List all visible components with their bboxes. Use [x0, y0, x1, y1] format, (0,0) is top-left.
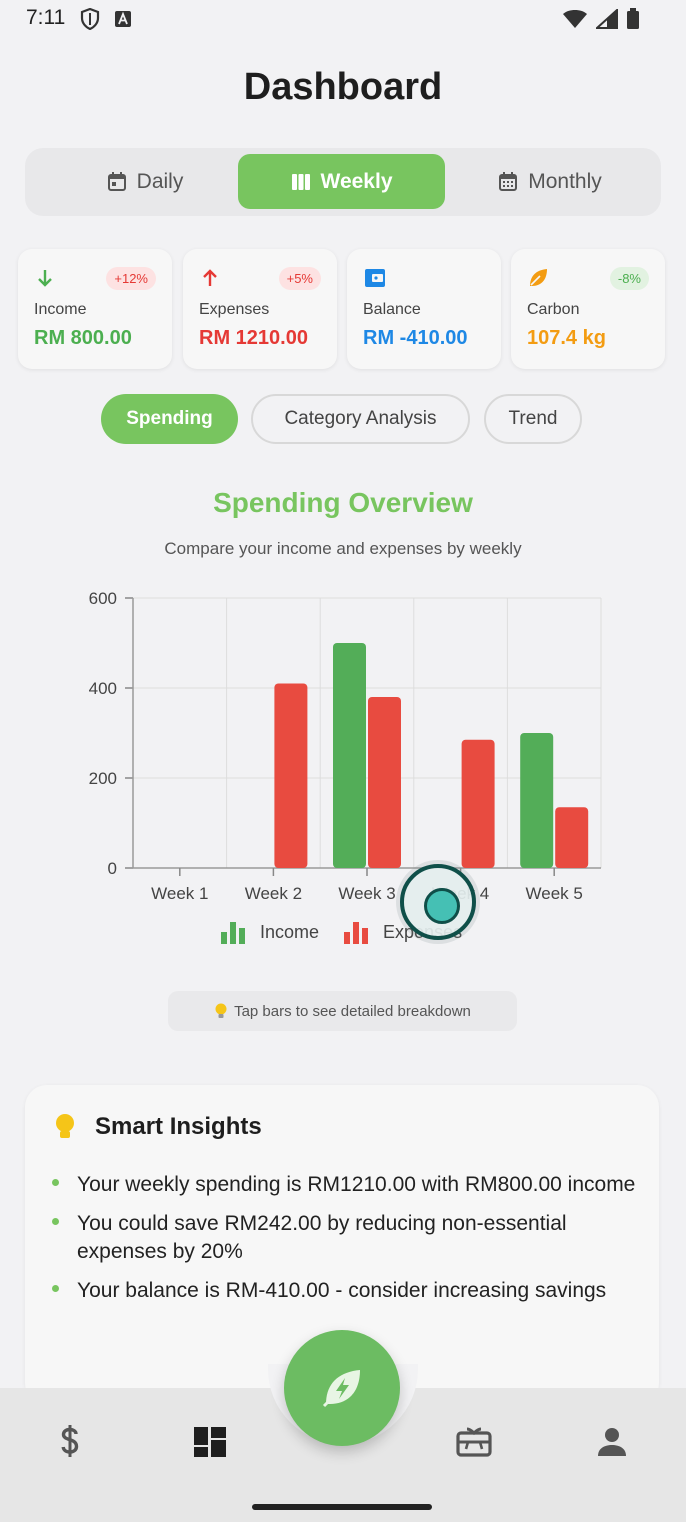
columns-icon — [291, 173, 310, 190]
x-tick-label: Week 3 — [338, 884, 395, 903]
eco-action-icon — [322, 1370, 360, 1408]
x-tick-label: Week 5 — [526, 884, 583, 903]
calendar-day-icon — [107, 171, 126, 191]
shield-icon — [80, 8, 100, 30]
insight-item: Your weekly spending is RM1210.00 with R… — [47, 1171, 637, 1199]
arrow-down-icon — [38, 270, 52, 287]
font-icon — [115, 11, 131, 27]
expenses-card[interactable]: +5% Expenses RM 1210.00 — [183, 249, 337, 369]
bar-income-week-3[interactable] — [333, 643, 366, 868]
balance-label: Balance — [363, 301, 421, 318]
lightbulb-icon — [56, 1114, 74, 1138]
insights-list: Your weekly spending is RM1210.00 with R… — [47, 1171, 637, 1316]
tab-weekly-label: Weekly — [320, 169, 393, 193]
period-selector: Daily Weekly Monthly — [25, 148, 661, 216]
legend-income-label: Income — [260, 921, 320, 942]
insight-item: You could save RM242.00 by reducing non-… — [47, 1210, 637, 1266]
carbon-card[interactable]: -8% Carbon 107.4 kg — [511, 249, 665, 369]
y-tick-label: 0 — [108, 859, 117, 878]
nav-dashboard[interactable] — [186, 1418, 234, 1466]
nav-finance[interactable] — [46, 1418, 94, 1466]
tab-weekly[interactable]: Weekly — [238, 154, 445, 209]
eco-action-button[interactable] — [284, 1330, 400, 1446]
x-tick-label: Week 2 — [245, 884, 302, 903]
carbon-value: 107.4 kg — [527, 327, 606, 349]
arrow-up-icon — [203, 269, 217, 286]
status-bar: 7:11 — [0, 0, 686, 40]
y-tick-label: 400 — [89, 679, 117, 698]
chart-tip-text: Tap bars to see detailed breakdown — [234, 1002, 471, 1020]
tab-category-analysis[interactable]: Category Analysis — [251, 394, 470, 444]
leaf-icon — [530, 269, 547, 286]
nav-rewards[interactable] — [450, 1418, 498, 1466]
expenses-label: Expenses — [199, 301, 270, 318]
chart-tip: Tap bars to see detailed breakdown — [168, 991, 517, 1031]
nav-profile[interactable] — [588, 1418, 636, 1466]
person-icon — [598, 1428, 626, 1456]
page-title: Dashboard — [243, 66, 443, 108]
chart-title: Spending Overview — [213, 487, 473, 518]
carbon-label: Carbon — [527, 301, 580, 318]
income-card[interactable]: +12% Income RM 800.00 — [18, 249, 172, 369]
x-tick-label: Week 1 — [151, 884, 208, 903]
calendar-month-icon — [499, 171, 518, 191]
expenses-change-badge: +5% — [278, 267, 321, 290]
lightbulb-icon — [215, 1003, 227, 1018]
bar-expenses-week-2[interactable] — [274, 683, 308, 869]
battery-icon — [627, 8, 639, 29]
expenses-value: RM 1210.00 — [199, 327, 308, 349]
legend-income: Income — [220, 920, 319, 944]
dollar-icon — [61, 1425, 79, 1457]
insight-item: Your balance is RM-410.00 - consider inc… — [47, 1277, 637, 1305]
wifi-icon — [563, 10, 587, 28]
y-tick-label: 200 — [89, 769, 117, 788]
carbon-change-badge: -8% — [609, 267, 649, 290]
income-label: Income — [34, 301, 87, 318]
income-value: RM 800.00 — [34, 327, 132, 349]
bar-expenses-week-4[interactable] — [461, 739, 495, 868]
status-time: 7:11 — [26, 6, 66, 29]
insights-title: Smart Insights — [95, 1113, 262, 1140]
wallet-icon — [365, 269, 385, 287]
bar-income-week-5[interactable] — [520, 733, 554, 868]
tab-monthly[interactable]: Monthly — [455, 154, 645, 209]
home-indicator[interactable] — [252, 1504, 432, 1510]
tab-daily-label: Daily — [136, 169, 184, 193]
balance-card[interactable]: Balance RM -410.00 — [347, 249, 501, 369]
bar-chart-icon — [221, 922, 245, 944]
tab-monthly-label: Monthly — [528, 169, 602, 193]
bar-expenses-week-5[interactable] — [555, 807, 589, 868]
spending-bar-chart: 0200400600Week 1Week 2Week 3Week 4Week 5 — [89, 589, 602, 903]
touch-indicator — [396, 860, 480, 944]
tab-spending[interactable]: Spending — [101, 394, 238, 444]
balance-value: RM -410.00 — [363, 327, 468, 349]
income-change-badge: +12% — [106, 267, 156, 290]
bar-chart-icon — [344, 922, 369, 944]
dashboard-icon — [194, 1427, 226, 1457]
gift-card-icon — [456, 1427, 492, 1457]
tab-daily[interactable]: Daily — [55, 154, 235, 209]
y-tick-label: 600 — [89, 589, 117, 608]
signal-icon — [596, 9, 618, 29]
bar-expenses-week-3[interactable] — [368, 697, 401, 868]
chart-subtitle: Compare your income and expenses by week… — [164, 539, 522, 558]
tab-trend[interactable]: Trend — [484, 394, 582, 444]
